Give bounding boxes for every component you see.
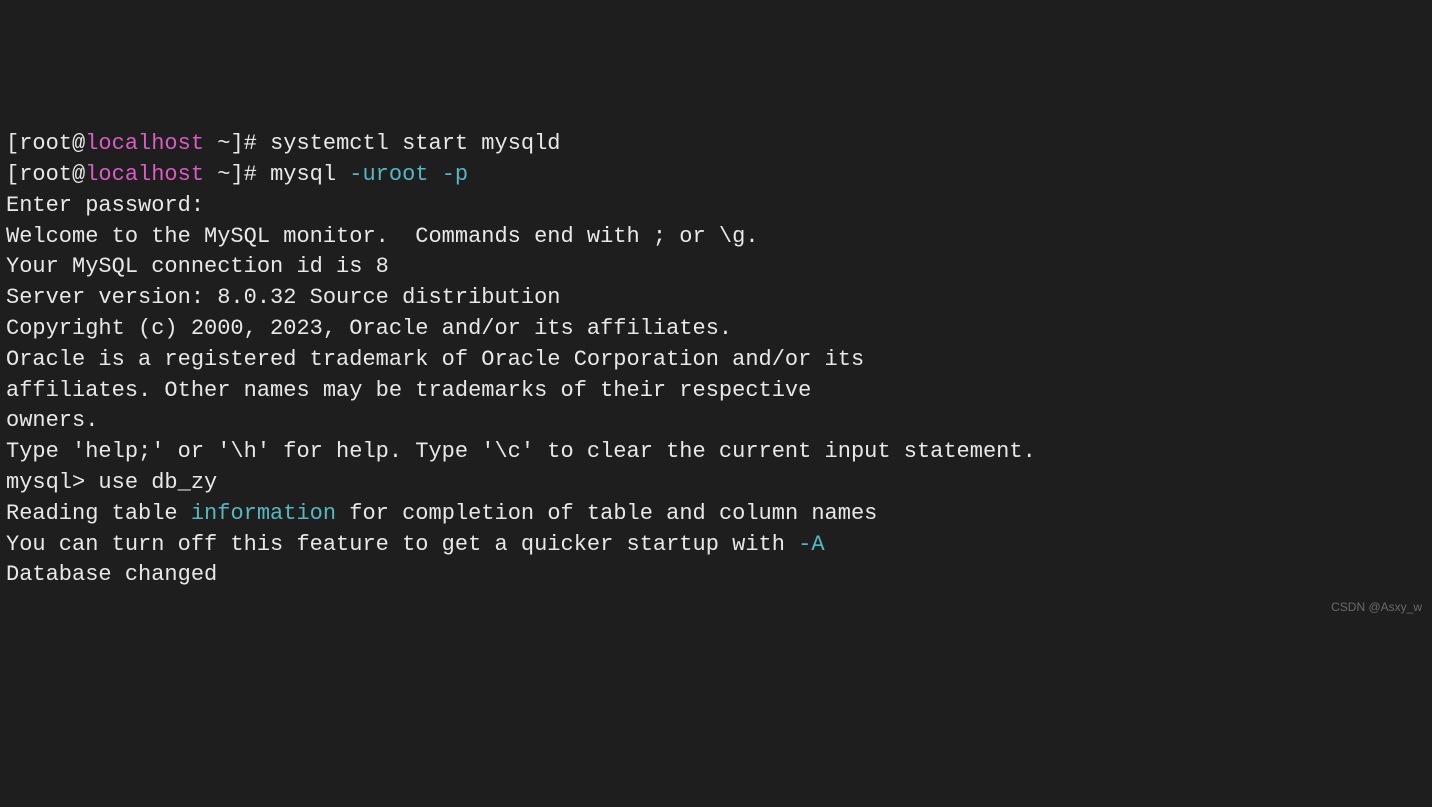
output-line: Welcome to the MySQL monitor. Commands e… [6,222,1426,253]
mysql-prompt-line: mysql> use db_zy [6,468,1426,499]
output-line: Oracle is a registered trademark of Orac… [6,345,1426,376]
output-line: owners. [6,406,1426,437]
output-line: Enter password: [6,191,1426,222]
output-line: Your MySQL connection id is 8 [6,252,1426,283]
prompt-line-2: [root@localhost ~]# mysql -uroot -p [6,160,1426,191]
output-line: Database changed [6,560,1426,591]
output-line: affiliates. Other names may be trademark… [6,376,1426,407]
output-line: Server version: 8.0.32 Source distributi… [6,283,1426,314]
output-line: You can turn off this feature to get a q… [6,530,1426,561]
output-line: Reading table information for completion… [6,499,1426,530]
output-line: Type 'help;' or '\h' for help. Type '\c'… [6,437,1426,468]
prompt-line-1: [root@localhost ~]# systemctl start mysq… [6,129,1426,160]
output-line: Copyright (c) 2000, 2023, Oracle and/or … [6,314,1426,345]
watermark: CSDN @Asxy_w [1331,599,1422,616]
terminal-output[interactable]: [root@localhost ~]# systemctl start mysq… [6,129,1426,591]
